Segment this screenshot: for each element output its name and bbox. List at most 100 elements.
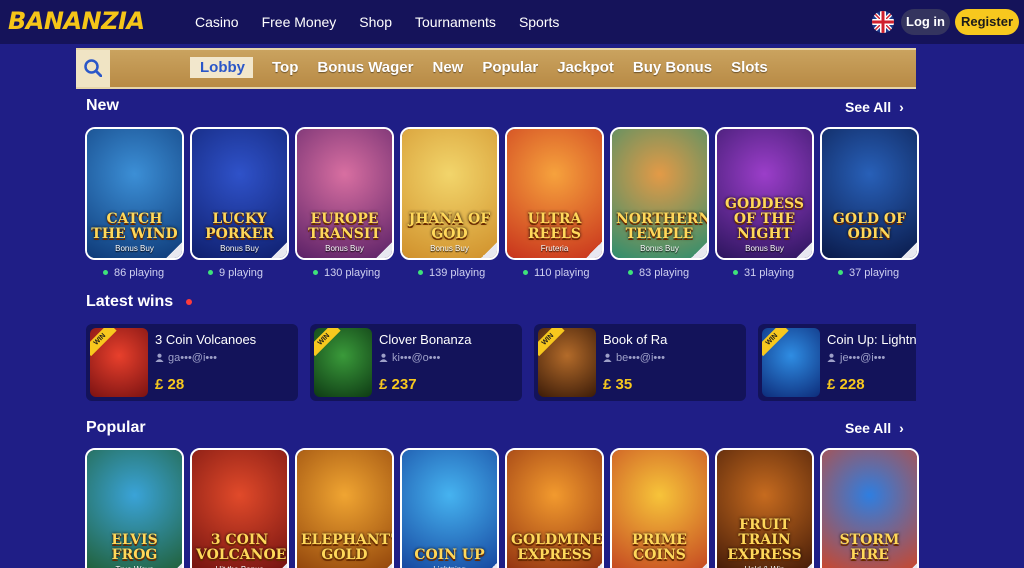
game-title: Elephant's Gold — [301, 532, 394, 563]
tab-slots[interactable]: Slots — [731, 59, 768, 78]
login-button[interactable]: Log in — [901, 9, 950, 35]
win-user: ki•••@o••• — [379, 352, 440, 364]
top-bar: BANANZIA Casino Free Money Shop Tourname… — [0, 0, 1024, 44]
players-count: 130 playing — [313, 267, 380, 279]
win-badge: WIN — [314, 328, 341, 357]
game-card[interactable]: Fruit Train ExpressHold & Win — [715, 448, 814, 568]
page-curl-icon — [480, 562, 497, 568]
win-card[interactable]: WIN Book of Ra be•••@i••• £ 35 — [534, 324, 746, 401]
win-badge: WIN — [90, 328, 117, 357]
win-game-name: Clover Bonanza — [379, 332, 472, 347]
players-count: 139 playing — [418, 267, 485, 279]
nav-shop[interactable]: Shop — [359, 14, 392, 30]
live-indicator-dot — [186, 299, 192, 305]
game-title: Goddess of the Night — [724, 196, 805, 242]
latest-wins-title: Latest wins — [86, 293, 174, 310]
win-game-name: 3 Coin Volcanoes — [155, 332, 257, 347]
win-user-email: be•••@i••• — [616, 352, 665, 364]
game-title: Prime Coins — [632, 532, 687, 563]
nav-sports[interactable]: Sports — [519, 14, 559, 30]
win-badge: WIN — [762, 328, 789, 357]
win-user-email: ki•••@o••• — [392, 352, 441, 364]
chevron-right-icon: › — [899, 420, 904, 436]
page-curl-icon — [900, 562, 917, 568]
page-curl-icon — [270, 562, 287, 568]
game-title: Gold of Odin — [832, 211, 907, 242]
chevron-right-icon: › — [899, 99, 904, 115]
popular-section-title: Popular — [86, 419, 146, 436]
game-card[interactable]: Elephant's Gold — [295, 448, 394, 568]
bananzia-logo[interactable]: BANANZIA — [8, 7, 145, 35]
latest-wins-row: WIN 3 Coin Volcanoes ga•••@i••• £ 28 WIN Clov… — [76, 320, 916, 404]
see-all-label: See All — [845, 99, 892, 115]
tab-popular[interactable]: Popular — [482, 59, 538, 78]
win-user: ga•••@i••• — [155, 352, 217, 364]
game-subtitle: Bonus Buy — [430, 244, 469, 253]
page-curl-icon — [585, 562, 602, 568]
tab-bonus-wager[interactable]: Bonus Wager — [317, 59, 413, 78]
game-card[interactable]: Elvis FrogTrue Ways — [85, 448, 184, 568]
win-game-name: Coin Up: Lightn — [827, 332, 916, 347]
win-amount: £ 28 — [155, 376, 185, 393]
win-card[interactable]: WIN 3 Coin Volcanoes ga•••@i••• £ 28 — [86, 324, 298, 401]
tab-lobby[interactable]: Lobby — [190, 57, 253, 78]
win-amount: £ 237 — [379, 376, 417, 393]
win-game-thumbnail: WIN — [90, 328, 148, 397]
game-card[interactable]: Jhana of God Bonus Buy — [400, 127, 499, 260]
players-count: 31 playing — [733, 267, 794, 279]
game-card[interactable]: Europe Transit Bonus Buy — [295, 127, 394, 260]
new-see-all-link[interactable]: See All › — [845, 99, 904, 115]
game-subtitle: Bonus Buy — [745, 244, 784, 253]
tab-buy-bonus[interactable]: Buy Bonus — [633, 59, 712, 78]
uk-flag-icon[interactable] — [872, 11, 894, 33]
search-icon — [84, 59, 102, 77]
win-amount: £ 228 — [827, 376, 865, 393]
game-card[interactable]: Northern Temple Bonus Buy — [610, 127, 709, 260]
tab-jackpot[interactable]: Jackpot — [557, 59, 614, 78]
game-title: Jhana of God — [408, 211, 491, 242]
search-button[interactable] — [76, 50, 110, 87]
tab-top[interactable]: Top — [272, 59, 298, 78]
game-card[interactable]: Gold of Odin — [820, 127, 919, 260]
page-curl-icon — [270, 241, 287, 258]
win-card[interactable]: WIN Coin Up: Lightn je•••@i••• £ 228 — [758, 324, 916, 401]
players-count: 83 playing — [628, 267, 689, 279]
game-card[interactable]: Goddess of the Night Bonus Buy — [715, 127, 814, 260]
game-subtitle: Bonus Buy — [325, 244, 364, 253]
page-curl-icon — [795, 241, 812, 258]
game-card[interactable]: Lucky Porker Bonus Buy — [190, 127, 289, 260]
win-card[interactable]: WIN Clover Bonanza ki•••@o••• £ 237 — [310, 324, 522, 401]
players-count: 9 playing — [208, 267, 263, 279]
game-card[interactable]: Ultra Reels Fruteria — [505, 127, 604, 260]
game-subtitle: Bonus Buy — [115, 244, 154, 253]
game-card[interactable]: Coin UpLightning — [400, 448, 499, 568]
main-nav: Casino Free Money Shop Tournaments Sport… — [195, 14, 559, 30]
win-user: je•••@i••• — [827, 352, 885, 364]
game-title: Elvis Frog — [111, 532, 158, 563]
game-title: Ultra Reels — [527, 211, 582, 242]
game-subtitle: Fruteria — [540, 244, 569, 253]
players-count: 37 playing — [838, 267, 899, 279]
game-title: Europe Transit — [308, 211, 381, 242]
tab-new[interactable]: New — [433, 59, 464, 78]
game-card[interactable]: 3 Coin VolcanoesHit the Bonus — [190, 448, 289, 568]
popular-see-all-link[interactable]: See All › — [845, 420, 904, 436]
players-count: 110 playing — [523, 267, 589, 279]
game-card[interactable]: Goldmine Express — [505, 448, 604, 568]
game-title: Goldmine Express — [511, 532, 603, 563]
game-subtitle: Bonus Buy — [640, 244, 679, 253]
nav-free-money[interactable]: Free Money — [262, 14, 337, 30]
nav-tournaments[interactable]: Tournaments — [415, 14, 496, 30]
game-card[interactable]: Prime Coins — [610, 448, 709, 568]
register-button[interactable]: Register — [955, 9, 1019, 35]
page-curl-icon — [795, 562, 812, 568]
nav-casino[interactable]: Casino — [195, 14, 239, 30]
win-game-thumbnail: WIN — [762, 328, 820, 397]
game-title: Coin Up — [414, 547, 485, 563]
players-count: 86 playing — [103, 267, 164, 279]
game-title: Catch the Wind — [91, 211, 178, 242]
game-title: Storm Fire — [839, 532, 900, 563]
game-card[interactable]: Storm Fire — [820, 448, 919, 568]
game-card[interactable]: Catch the Wind Bonus Buy — [85, 127, 184, 260]
page-curl-icon — [480, 241, 497, 258]
